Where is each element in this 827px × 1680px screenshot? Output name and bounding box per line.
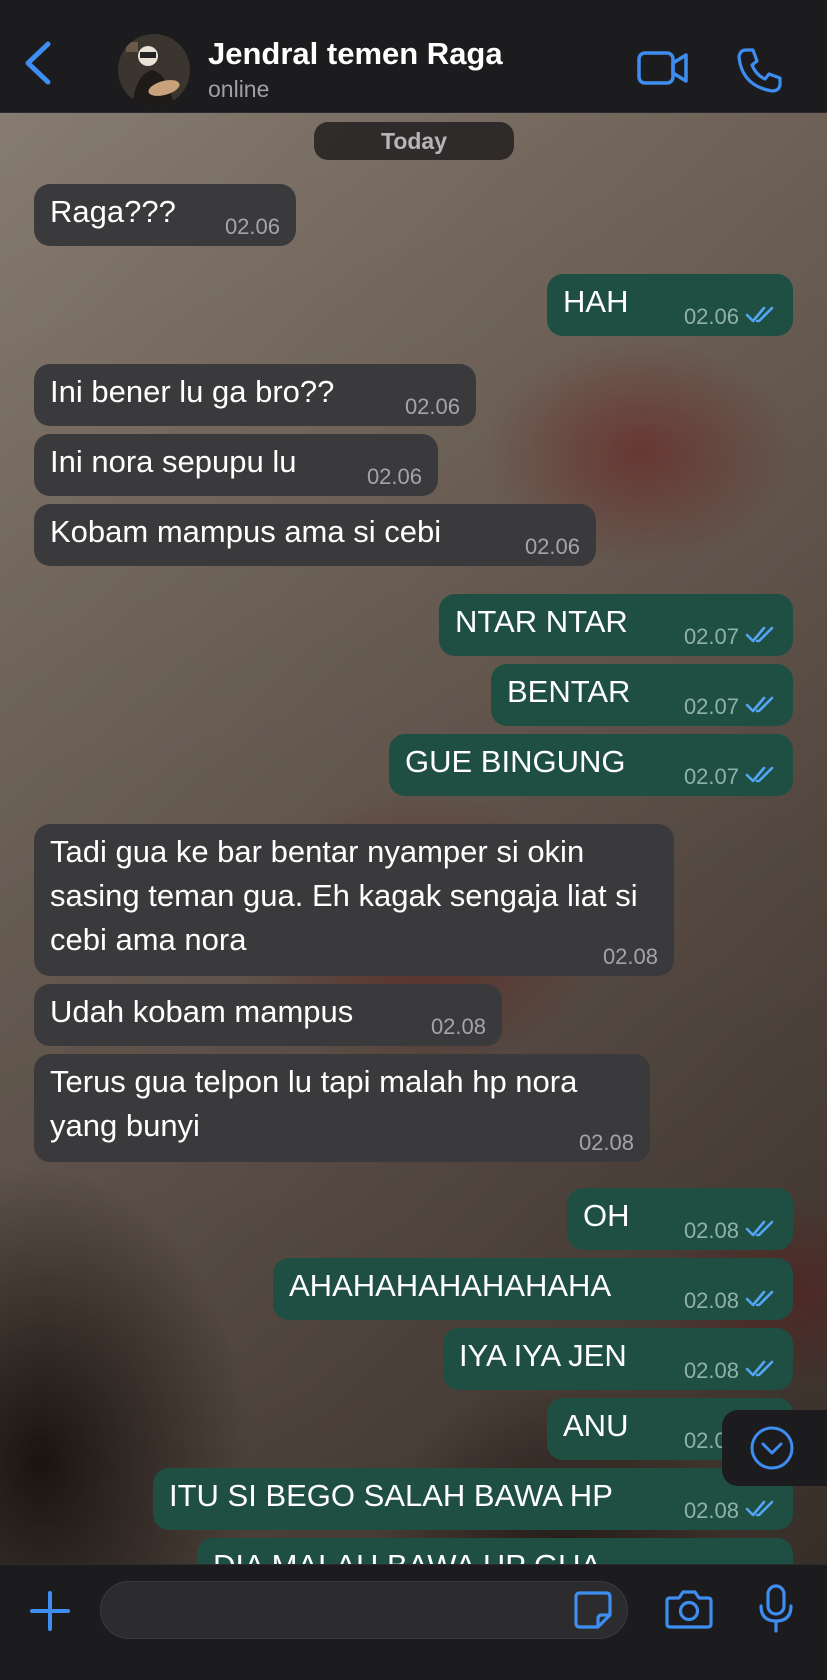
message-text: DIA MALAH BAWA HP GUA xyxy=(213,1544,777,1564)
message-time: 02.08 xyxy=(683,1498,739,1523)
back-button[interactable] xyxy=(18,38,62,88)
message-text: Kobam mampus ama si cebi xyxy=(50,514,442,549)
message-meta: 02.07 xyxy=(684,764,777,790)
read-receipt-icon xyxy=(745,1358,777,1384)
message-meta: 02.08 xyxy=(431,1014,486,1040)
outgoing-message[interactable]: AHAHAHAHAHAHAHA 02.08 xyxy=(273,1258,793,1320)
message-meta: 02.08 xyxy=(684,1498,777,1524)
message-time: 02.07 xyxy=(683,624,739,649)
message-text: Ini bener lu ga bro?? xyxy=(50,374,335,409)
message-time: 02.08 xyxy=(602,944,658,969)
message-meta: 02.06 xyxy=(367,464,422,490)
message-meta: 02.06 xyxy=(225,214,280,240)
read-receipt-icon xyxy=(745,1288,777,1314)
incoming-message[interactable]: Terus gua telpon lu tapi malah hp nora y… xyxy=(34,1054,650,1162)
read-receipt-icon xyxy=(745,1218,777,1244)
message-meta: 02.06 xyxy=(525,534,580,560)
message-time: 02.06 xyxy=(404,394,460,419)
scroll-to-bottom-button[interactable] xyxy=(722,1410,827,1486)
outgoing-message[interactable]: OH 02.08 xyxy=(567,1188,793,1250)
date-divider: Today xyxy=(314,122,514,160)
incoming-message[interactable]: Ini bener lu ga bro?? 02.06 xyxy=(34,364,476,426)
message-time: 02.06 xyxy=(524,534,580,559)
message-input[interactable] xyxy=(121,1592,565,1630)
camera-icon xyxy=(665,1590,713,1629)
plus-icon xyxy=(30,1591,70,1631)
contact-status: online xyxy=(208,76,270,102)
incoming-message[interactable]: Tadi gua ke bar bentar nyamper si okin s… xyxy=(34,824,674,976)
avatar-image xyxy=(118,34,190,106)
message-time: 02.06 xyxy=(683,304,739,329)
message-meta: 02.08 xyxy=(579,1130,634,1156)
chat-header: Jendral temen Raga online xyxy=(0,0,827,113)
message-meta: 02.06 xyxy=(405,394,460,420)
chevron-left-icon xyxy=(25,41,51,85)
outgoing-message[interactable]: NTAR NTAR 02.07 xyxy=(439,594,793,656)
sticker-button[interactable] xyxy=(572,1589,614,1631)
read-receipt-icon xyxy=(745,1498,777,1524)
voice-call-button[interactable] xyxy=(736,46,784,94)
message-input-box[interactable] xyxy=(100,1581,628,1639)
outgoing-message[interactable]: ITU SI BEGO SALAH BAWA HP 02.08 xyxy=(153,1468,793,1530)
message-meta: 02.06 xyxy=(684,304,777,330)
incoming-message[interactable]: Raga??? 02.06 xyxy=(34,184,296,246)
message-time: 02.06 xyxy=(366,464,422,489)
read-receipt-icon xyxy=(745,624,777,650)
video-camera-icon xyxy=(637,51,688,85)
video-call-button[interactable] xyxy=(636,46,690,90)
outgoing-message[interactable]: DIA MALAH BAWA HP GUA02.08 xyxy=(197,1538,793,1564)
message-time: 02.08 xyxy=(683,1288,739,1313)
outgoing-message[interactable]: IYA IYA JEN 02.08 xyxy=(443,1328,793,1390)
read-receipt-icon xyxy=(745,694,777,720)
sticker-icon xyxy=(574,1591,612,1629)
message-time: 02.07 xyxy=(683,694,739,719)
outgoing-message[interactable]: GUE BINGUNG 02.07 xyxy=(389,734,793,796)
incoming-message[interactable]: Udah kobam mampus 02.08 xyxy=(34,984,502,1046)
message-time: 02.07 xyxy=(683,764,739,789)
camera-button[interactable] xyxy=(664,1587,714,1631)
chat-area[interactable]: Today Raga??? 02.06 HAH 02.06 Ini bener lu g… xyxy=(0,112,827,1564)
message-meta: 02.08 xyxy=(603,944,658,970)
incoming-message[interactable]: Ini nora sepupu lu 02.06 xyxy=(34,434,438,496)
message-text: Udah kobam mampus xyxy=(50,994,354,1029)
phone-icon xyxy=(737,48,782,93)
contact-name[interactable]: Jendral temen Raga xyxy=(208,36,503,72)
voice-message-button[interactable] xyxy=(756,1583,796,1635)
chevron-down-circle-icon xyxy=(750,1426,794,1470)
message-time: 02.06 xyxy=(224,214,280,239)
message-time: 02.08 xyxy=(683,1218,739,1243)
message-time: 02.08 xyxy=(578,1130,634,1155)
read-receipt-icon xyxy=(745,304,777,330)
microphone-icon xyxy=(759,1584,793,1633)
outgoing-message[interactable]: HAH 02.06 xyxy=(547,274,793,336)
message-time: 02.08 xyxy=(683,1358,739,1383)
message-meta: 02.08 xyxy=(684,1358,777,1384)
message-meta: 02.07 xyxy=(684,694,777,720)
avatar[interactable] xyxy=(118,34,190,106)
message-meta: 02.07 xyxy=(684,624,777,650)
attach-button[interactable] xyxy=(28,1589,72,1633)
message-text: Tadi gua ke bar bentar nyamper si okin s… xyxy=(50,834,638,957)
message-text: Terus gua telpon lu tapi malah hp nora y… xyxy=(50,1064,578,1143)
message-meta: 02.08 xyxy=(684,1288,777,1314)
message-meta: 02.08 xyxy=(684,1218,777,1244)
incoming-message[interactable]: Kobam mampus ama si cebi 02.06 xyxy=(34,504,596,566)
composer-bar xyxy=(0,1564,827,1680)
outgoing-message[interactable]: BENTAR 02.07 xyxy=(491,664,793,726)
message-time: 02.08 xyxy=(430,1014,486,1039)
read-receipt-icon xyxy=(745,764,777,790)
